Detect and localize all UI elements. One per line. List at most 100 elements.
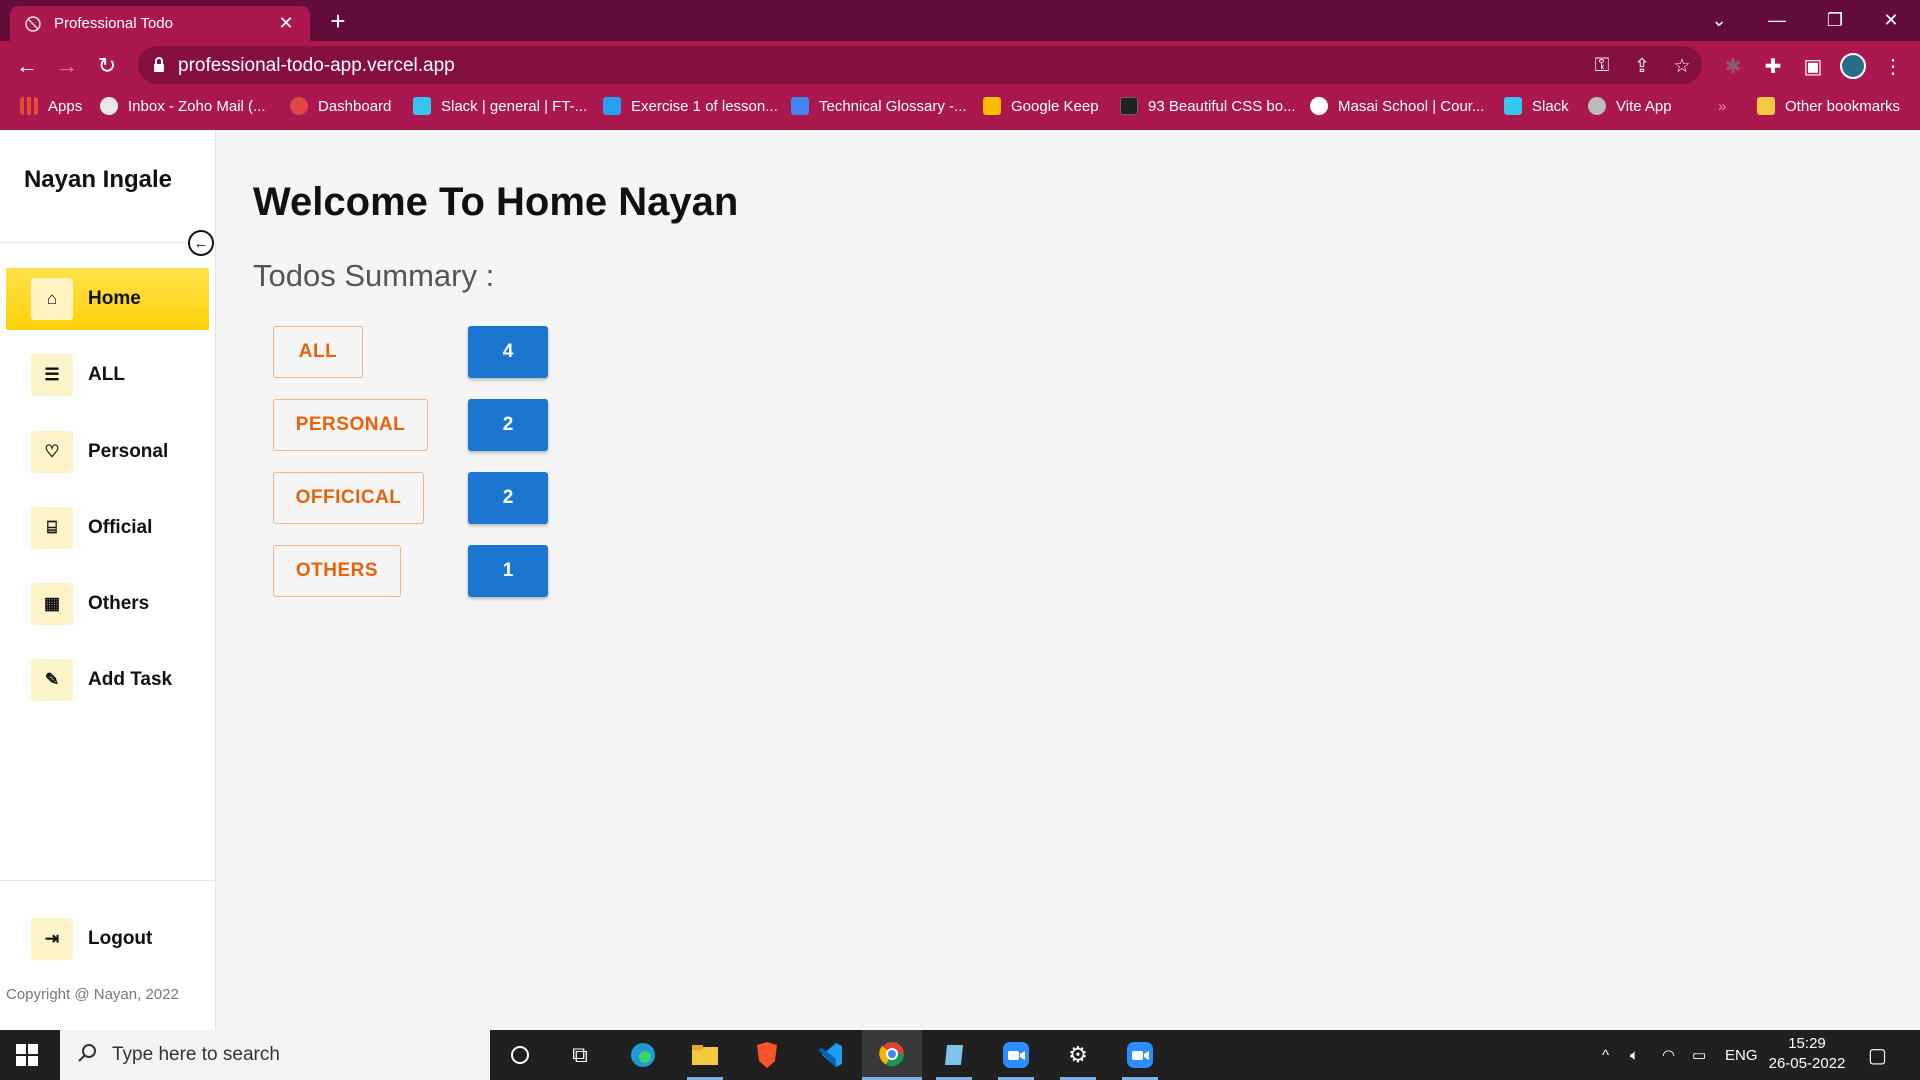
bookmark-technical-glossary[interactable]: Technical Glossary -... (791, 90, 967, 122)
sidebar-item-others[interactable]: ▦ Others (6, 573, 209, 635)
url-text: professional-todo-app.vercel.app (178, 55, 455, 76)
bookmark-google-keep[interactable]: Google Keep (983, 90, 1099, 122)
apps-grid-icon (20, 97, 38, 115)
exercise-icon (603, 97, 621, 115)
divider (0, 242, 216, 243)
sidebar-item-official[interactable]: ⌸ Official (6, 497, 209, 559)
windows-taskbar: Type here to search ⧉ ⚙ ^ 🔈︎ ◠ ▭ ENG 15:… (0, 1030, 1920, 1080)
more-bookmarks-button[interactable]: » (1718, 90, 1726, 122)
bookmarks-bar: Apps Inbox - Zoho Mail (... Dashboard Sl… (0, 90, 1920, 130)
bookmark-vite-app[interactable]: Vite App (1588, 90, 1672, 122)
bookmark-dashboard[interactable]: Dashboard (290, 90, 391, 122)
browser-tab[interactable]: Professional Todo ✕ (10, 6, 310, 41)
tab-search-icon[interactable]: ⌄ (1690, 0, 1748, 40)
bookmark-label: Masai School | Cour... (1338, 97, 1485, 115)
google-docs-icon (791, 97, 809, 115)
sidebar-item-personal[interactable]: ♡ Personal (6, 421, 209, 483)
system-clock[interactable]: 15:29 26-05-2022 (1762, 1034, 1852, 1074)
bookmark-label: Technical Glossary -... (819, 97, 967, 115)
edge-browser-icon[interactable] (613, 1030, 673, 1080)
bookmark-slack-general[interactable]: Slack | general | FT-... (413, 90, 587, 122)
extension-bug-icon[interactable]: ✱ (1718, 51, 1748, 81)
sidebar: Nayan Ingale ← ⌂ Home ☰ ALL ♡ Personal ⌸… (0, 130, 216, 1030)
clock-date: 26-05-2022 (1768, 1055, 1846, 1072)
task-view-icon[interactable]: ⧉ (550, 1030, 610, 1080)
count-all-badge[interactable]: 4 (468, 326, 548, 378)
minimize-button[interactable]: — (1748, 0, 1806, 40)
search-icon (76, 1042, 98, 1069)
bookmark-slack[interactable]: Slack (1504, 90, 1569, 122)
collapse-sidebar-icon[interactable]: ← (188, 230, 214, 256)
sidebar-item-label: Home (88, 288, 141, 309)
tab-close-icon[interactable]: ✕ (276, 13, 296, 34)
bookmark-css-buttons[interactable]: 93 Beautiful CSS bo... (1120, 90, 1296, 122)
category-official-button[interactable]: OFFICICAL (273, 472, 424, 524)
clock-time: 15:29 (1788, 1035, 1826, 1052)
count-others-badge[interactable]: 1 (468, 545, 548, 597)
zoom-meeting-icon[interactable] (1110, 1030, 1170, 1080)
battery-icon[interactable]: ▭ (1692, 1030, 1706, 1080)
wifi-icon[interactable]: ◠ (1662, 1030, 1675, 1080)
copyright-text: Copyright @ Nayan, 2022 (6, 986, 179, 1003)
chrome-browser-icon[interactable] (862, 1030, 922, 1080)
extensions-puzzle-icon[interactable]: ✚ (1758, 51, 1788, 81)
notes-app-icon[interactable] (924, 1030, 984, 1080)
category-all-button[interactable]: ALL (273, 326, 363, 378)
category-personal-button[interactable]: PERSONAL (273, 399, 428, 451)
browser-toolbar: ← → ↻ professional-todo-app.vercel.app ⚿… (0, 41, 1920, 90)
bookmark-label: Slack (1532, 97, 1569, 115)
restore-button[interactable]: ❐ (1806, 0, 1864, 40)
back-button[interactable]: ← (12, 51, 42, 81)
category-others-button[interactable]: OTHERS (273, 545, 401, 597)
settings-gear-icon[interactable]: ⚙ (1048, 1030, 1108, 1080)
address-bar[interactable]: professional-todo-app.vercel.app ⚿ ⇪ ☆ (138, 46, 1702, 84)
profile-avatar[interactable] (1838, 51, 1868, 81)
bookmark-star-icon[interactable]: ☆ (1670, 54, 1694, 78)
side-panel-icon[interactable]: ▣ (1798, 51, 1828, 81)
divider (0, 880, 216, 881)
tab-title: Professional Todo (54, 15, 173, 32)
bookmark-masai-school[interactable]: Masai School | Cour... (1310, 90, 1484, 122)
key-icon[interactable]: ⚿ (1590, 54, 1614, 78)
list-icon: ☰ (31, 354, 73, 396)
bookmark-apps[interactable]: Apps (20, 90, 82, 122)
bookmark-label: 93 Beautiful CSS bo... (1148, 97, 1296, 115)
menu-kebab-icon[interactable]: ⋮ (1878, 51, 1908, 81)
bookmark-exercise[interactable]: Exercise 1 of lesson... (603, 90, 778, 122)
windows-start-icon[interactable] (16, 1044, 38, 1066)
bookmark-label: Inbox - Zoho Mail (... (128, 97, 266, 115)
forward-button[interactable]: → (52, 51, 82, 81)
language-indicator[interactable]: ENG (1725, 1030, 1758, 1080)
sidebar-item-all[interactable]: ☰ ALL (6, 344, 209, 406)
volume-icon[interactable]: 🔈︎ (1630, 1030, 1639, 1080)
page-title: Welcome To Home Nayan (253, 180, 739, 224)
show-hidden-icons-icon[interactable]: ^ (1602, 1030, 1609, 1080)
sidebar-item-add-task[interactable]: ✎ Add Task (6, 649, 209, 711)
bookmark-label: Google Keep (1011, 97, 1099, 115)
new-tab-button[interactable]: + (326, 8, 350, 34)
logout-label: Logout (88, 928, 153, 949)
logout-icon: ⇥ (31, 918, 73, 960)
browser-tab-strip: Professional Todo ✕ + ⌄ — ❐ ✕ (0, 0, 1920, 41)
masai-icon (1310, 97, 1328, 115)
count-personal-badge[interactable]: 2 (468, 399, 548, 451)
close-window-button[interactable]: ✕ (1862, 0, 1920, 40)
taskbar-search-box[interactable]: Type here to search (60, 1030, 490, 1080)
brave-browser-icon[interactable] (737, 1030, 797, 1080)
count-official-badge[interactable]: 2 (468, 472, 548, 524)
other-bookmarks-folder[interactable]: Other bookmarks (1757, 90, 1900, 122)
vscode-icon[interactable] (800, 1030, 860, 1080)
sidebar-item-home[interactable]: ⌂ Home (6, 268, 209, 330)
file-explorer-icon[interactable] (675, 1030, 735, 1080)
cortana-icon[interactable] (490, 1030, 550, 1080)
zoom-icon[interactable] (986, 1030, 1046, 1080)
notification-center-icon[interactable]: ▢ (1868, 1030, 1887, 1080)
bookmark-zoho-mail[interactable]: Inbox - Zoho Mail (... (100, 90, 266, 122)
bookmark-label: Vite App (1616, 97, 1672, 115)
lock-icon (152, 56, 166, 74)
reload-button[interactable]: ↻ (92, 51, 122, 81)
share-icon[interactable]: ⇪ (1630, 54, 1654, 78)
logout-button[interactable]: ⇥ Logout (6, 908, 209, 970)
sidebar-item-label: ALL (88, 364, 125, 385)
google-keep-icon (983, 97, 1001, 115)
